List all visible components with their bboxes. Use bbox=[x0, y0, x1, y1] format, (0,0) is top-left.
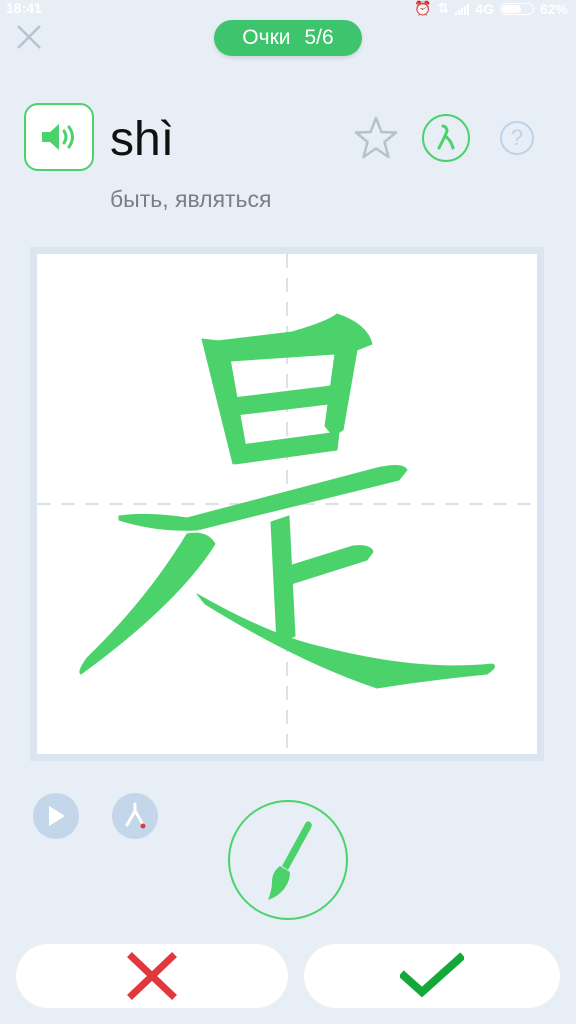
right-answer-button[interactable] bbox=[304, 944, 560, 1008]
play-sound-button[interactable] bbox=[24, 103, 94, 171]
close-button[interactable] bbox=[14, 22, 44, 52]
stroke-left-sweep bbox=[79, 532, 216, 675]
score-label: Очки bbox=[242, 26, 291, 49]
writing-board[interactable] bbox=[37, 254, 537, 754]
pinyin-text: shì bbox=[110, 113, 175, 166]
alarm-icon: ⏰ bbox=[414, 0, 432, 16]
status-time: 18:41 bbox=[6, 0, 42, 16]
stroke-small-horizontal bbox=[288, 545, 374, 585]
network-type: 4G bbox=[475, 0, 494, 17]
stroke-hint-icon bbox=[125, 802, 146, 829]
stroke-bottom bbox=[232, 431, 340, 465]
play-animation-button[interactable] bbox=[33, 793, 79, 839]
help-icon: ? bbox=[510, 125, 524, 150]
help-button[interactable]: ? bbox=[500, 121, 534, 155]
status-bar: 18:41 ⏰ ⇅ 4G 62% bbox=[0, 0, 576, 18]
stroke-long-horizontal bbox=[118, 464, 408, 531]
brush-icon bbox=[268, 821, 312, 900]
speaker-icon bbox=[42, 124, 74, 150]
score-value: 5/6 bbox=[304, 26, 334, 49]
status-icons: ⏰ ⇅ 4G 62% bbox=[414, 0, 568, 17]
play-icon bbox=[49, 806, 65, 826]
green-check-icon bbox=[400, 952, 464, 998]
star-outline-icon bbox=[354, 116, 398, 159]
battery-percent: 62% bbox=[539, 0, 568, 17]
character-strokes bbox=[79, 313, 496, 689]
stroke-order-button[interactable] bbox=[422, 114, 470, 162]
red-cross-icon bbox=[127, 952, 177, 1000]
brush-button[interactable] bbox=[228, 800, 348, 920]
signal-icon bbox=[455, 3, 470, 15]
battery-icon bbox=[499, 2, 534, 15]
word-meaning: быть, являться bbox=[110, 186, 272, 212]
wrong-answer-button[interactable] bbox=[16, 944, 288, 1008]
favorite-button[interactable] bbox=[352, 115, 400, 161]
stroke-right-sweep bbox=[196, 593, 496, 689]
stroke-middle bbox=[224, 385, 332, 417]
stroke-hint-button[interactable] bbox=[112, 793, 158, 839]
score-badge: Очки 5/6 bbox=[214, 20, 362, 56]
character-canvas bbox=[37, 254, 537, 754]
close-icon bbox=[17, 25, 41, 49]
stroke-order-icon bbox=[437, 124, 455, 150]
writing-board-frame bbox=[30, 247, 544, 761]
data-transfer-icon: ⇅ bbox=[437, 0, 450, 16]
